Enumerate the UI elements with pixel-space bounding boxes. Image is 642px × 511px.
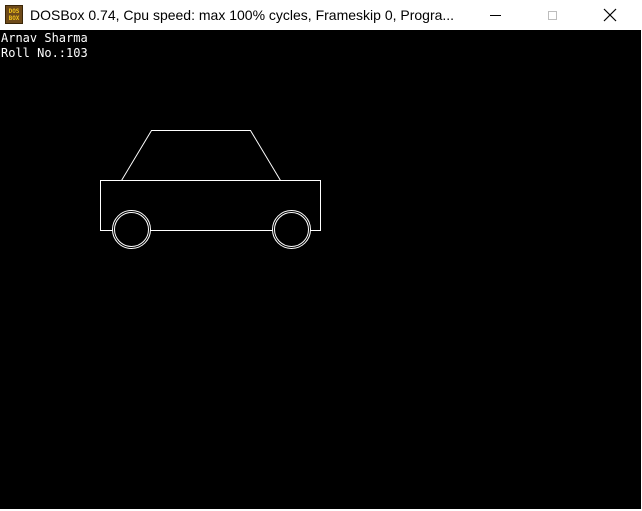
car-body [100, 180, 321, 231]
dosbox-window: DOS BOX DOSBox 0.74, Cpu speed: max 100%… [0, 0, 642, 511]
minimize-icon [489, 14, 501, 16]
title-bar[interactable]: DOS BOX DOSBox 0.74, Cpu speed: max 100%… [0, 0, 642, 30]
window-title: DOSBox 0.74, Cpu speed: max 100% cycles,… [30, 7, 455, 23]
front-wheel-inner [114, 212, 149, 247]
dos-screen[interactable]: Arnav Sharma Roll No.:103 [0, 30, 641, 509]
rear-wheel-inner [274, 212, 309, 247]
close-button[interactable] [587, 0, 633, 30]
front-wheel-outer [112, 210, 151, 249]
app-icon-label-bottom: BOX [8, 14, 20, 22]
app-icon-label-top: DOS [8, 7, 20, 15]
maximize-button[interactable] [529, 0, 575, 30]
maximize-icon [547, 10, 557, 20]
minimize-button[interactable] [472, 0, 518, 30]
car-roof [121, 130, 281, 181]
car-drawing [100, 130, 321, 249]
rear-wheel-outer [272, 210, 311, 249]
dosbox-app-icon[interactable]: DOS BOX [5, 5, 23, 24]
close-icon [603, 8, 617, 22]
